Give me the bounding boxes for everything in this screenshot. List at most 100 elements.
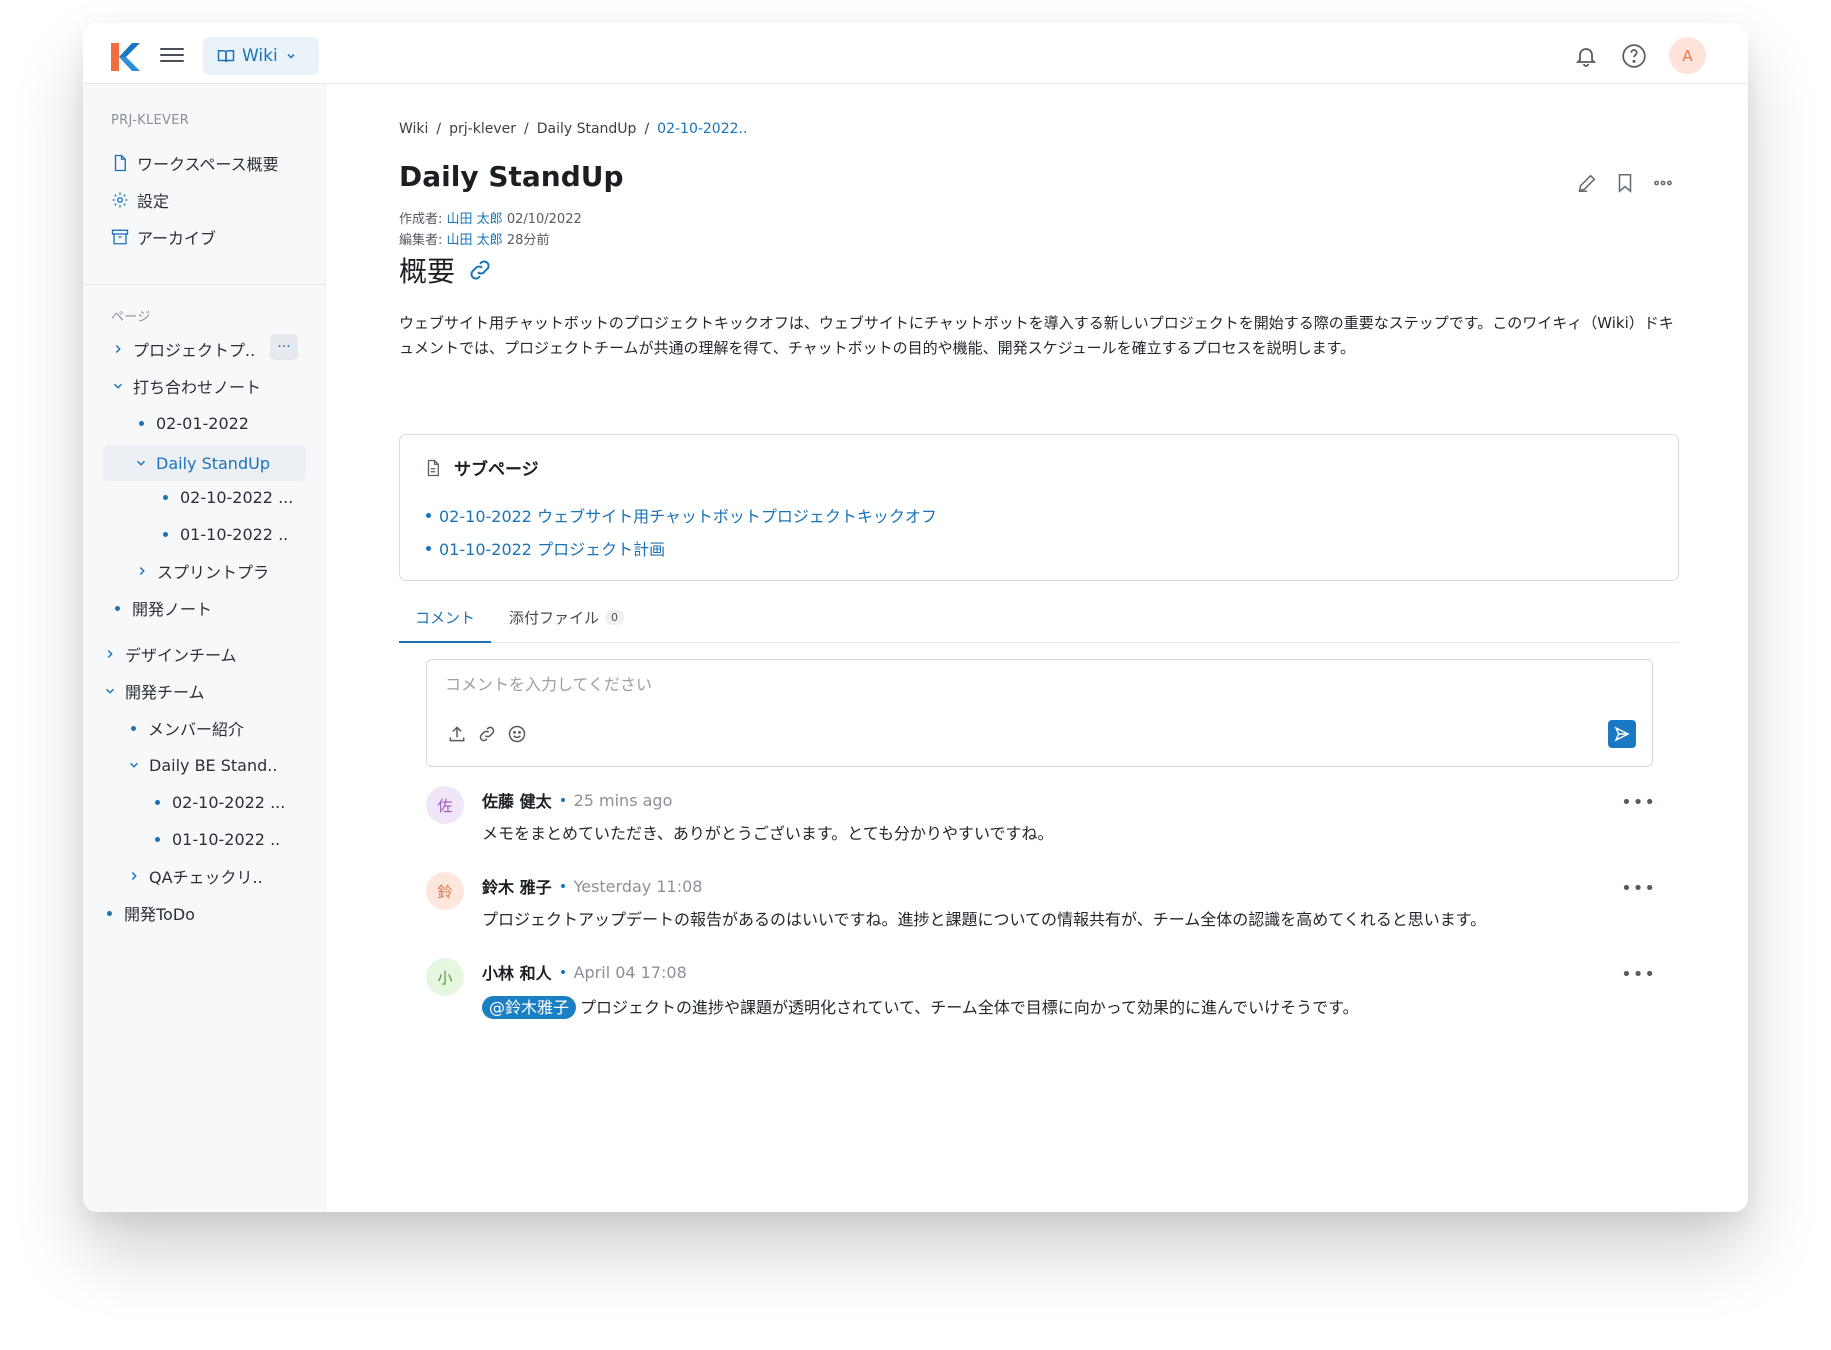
author-meta: 作成者: 山田 太郎 02/10/2022 xyxy=(399,212,582,227)
comment-author[interactable]: 佐藤 健太 xyxy=(482,788,552,812)
chevron-down-icon xyxy=(105,688,115,694)
subpage-link[interactable]: 02-10-2022 ウェブサイト用チャットボットプロジェクトキックオフ xyxy=(426,503,937,527)
user-avatar[interactable]: A xyxy=(1669,37,1706,74)
comment-avatar[interactable]: 佐 xyxy=(426,786,464,824)
breadcrumb-item[interactable]: Daily StandUp xyxy=(537,121,637,137)
sidebar-item-label: 設定 xyxy=(137,192,170,211)
sidebar-item-settings[interactable]: 設定 xyxy=(111,185,169,215)
composer-tools xyxy=(447,724,527,744)
help-icon[interactable] xyxy=(1621,43,1647,69)
editor-link[interactable]: 山田 太郎 xyxy=(447,233,503,248)
author-link[interactable]: 山田 太郎 xyxy=(447,212,503,227)
sidebar-item-label: 開発チーム xyxy=(125,683,205,702)
more-icon[interactable]: ••• xyxy=(1621,878,1656,899)
subpage-link[interactable]: 01-10-2022 プロジェクト計画 xyxy=(426,536,665,560)
pages-label: ページ xyxy=(111,310,151,325)
tab-bar: コメント 添付ファイル 0 xyxy=(399,594,1679,643)
bookmark-icon[interactable] xyxy=(1614,172,1636,194)
sidebar-tree-item[interactable]: 02-01-2022 xyxy=(135,408,249,438)
sidebar-tree-item[interactable]: QAチェックリ.. xyxy=(127,861,263,891)
app-window: Wiki A PRJ-KLEVER ワークスペース概要 設定 アーカイブ ページ… xyxy=(83,23,1748,1212)
bullet-icon xyxy=(107,910,112,916)
sidebar-tree-item[interactable]: 01-10-2022 .. xyxy=(151,824,280,854)
book-icon xyxy=(217,50,235,63)
link-icon[interactable] xyxy=(467,257,493,283)
send-icon xyxy=(1614,726,1630,742)
main-content: Wiki / prj-klever / Daily StandUp / 02-1… xyxy=(326,84,1748,1212)
bell-icon[interactable] xyxy=(1573,43,1599,69)
sidebar-tree-item[interactable]: プロジェクトプ.. xyxy=(111,334,255,364)
sidebar-tree-item[interactable]: 開発ToDo xyxy=(103,898,195,928)
comment-input[interactable] xyxy=(443,674,1547,695)
sidebar-item-label: 02-01-2022 xyxy=(156,413,249,433)
chevron-down-icon xyxy=(287,53,295,59)
sidebar-tree-item[interactable]: メンバー紹介 xyxy=(127,713,244,743)
sidebar-item-label: アーカイブ xyxy=(137,229,217,248)
sidebar: PRJ-KLEVER ワークスペース概要 設定 アーカイブ ページ プロジェクト… xyxy=(83,84,326,1212)
comment-author[interactable]: 鈴木 雅子 xyxy=(482,874,552,898)
tab-comments[interactable]: コメント xyxy=(399,594,491,643)
sidebar-tree-item[interactable]: デザインチーム xyxy=(103,639,237,669)
comment-avatar[interactable]: 小 xyxy=(426,958,464,996)
document-icon xyxy=(114,154,126,172)
comment-item: 佐 佐藤 健太 25 mins ago メモをまとめていただき、ありがとうござい… xyxy=(426,786,1656,848)
bullet-icon xyxy=(155,836,160,842)
more-icon[interactable]: ··· xyxy=(270,334,298,360)
link-icon[interactable] xyxy=(477,724,497,744)
sidebar-item-label: 02-10-2022 ... xyxy=(172,792,286,812)
comment-author[interactable]: 小林 和人 xyxy=(482,960,552,984)
menu-icon[interactable] xyxy=(160,44,184,68)
bullet-icon xyxy=(115,605,120,611)
sidebar-tree-item[interactable]: 開発チーム xyxy=(103,676,205,706)
sidebar-item-label: プロジェクトプ.. xyxy=(133,341,256,360)
sidebar-item-label: ワークスペース概要 xyxy=(137,155,279,174)
sidebar-item-archive[interactable]: アーカイブ xyxy=(111,222,216,252)
bullet-icon xyxy=(131,725,136,731)
sidebar-item-label: 01-10-2022 .. xyxy=(180,524,289,544)
chevron-right-icon xyxy=(115,344,121,354)
breadcrumb: Wiki / prj-klever / Daily StandUp / 02-1… xyxy=(399,121,748,137)
sidebar-tree-item[interactable]: 打ち合わせノート xyxy=(111,371,261,401)
send-button[interactable] xyxy=(1608,720,1636,748)
comment-avatar[interactable]: 鈴 xyxy=(426,872,464,910)
breadcrumb-item[interactable]: prj-klever xyxy=(449,121,516,137)
sidebar-tree-item[interactable]: 02-10-2022 ... xyxy=(151,787,285,817)
comment-time: Yesterday 11:08 xyxy=(573,876,703,896)
more-icon[interactable]: ••• xyxy=(1621,792,1656,813)
breadcrumb-item[interactable]: Wiki xyxy=(399,121,428,137)
upload-icon[interactable] xyxy=(447,724,467,744)
chevron-right-icon xyxy=(139,566,145,576)
more-icon[interactable]: ••• xyxy=(1621,964,1656,985)
app-logo[interactable] xyxy=(110,42,140,72)
sidebar-tree-item[interactable]: 開発ノート xyxy=(111,593,212,623)
comment-time: April 04 17:08 xyxy=(573,962,687,982)
top-bar: Wiki A xyxy=(83,23,1748,84)
sidebar-tree-item[interactable]: 01-10-2022 .. xyxy=(159,519,288,549)
edit-icon[interactable] xyxy=(1576,172,1598,194)
sidebar-item-overview[interactable]: ワークスペース概要 xyxy=(111,148,279,178)
comment-text: メモをまとめていただき、ありがとうございます。とても分かりやすいですね。 xyxy=(482,824,1054,843)
page-title: Daily StandUp xyxy=(399,160,624,193)
bullet-icon xyxy=(426,512,431,518)
app-switcher-button[interactable]: Wiki xyxy=(203,37,319,75)
subpages-panel: サブページ 02-10-2022 ウェブサイト用チャットボットプロジェクトキック… xyxy=(399,434,1679,581)
gear-icon xyxy=(112,192,128,208)
sidebar-tree-item[interactable]: Daily BE Stand.. xyxy=(127,750,277,780)
document-icon xyxy=(427,459,439,476)
emoji-icon[interactable] xyxy=(507,724,527,744)
sidebar-tree-item[interactable]: スプリントプラ xyxy=(135,556,269,586)
bullet-icon xyxy=(163,494,168,500)
sidebar-tree-item[interactable]: 02-10-2022 ... xyxy=(159,482,293,512)
attachments-count-badge: 0 xyxy=(605,610,625,625)
sidebar-tree-item-active[interactable]: Daily StandUp xyxy=(103,445,306,481)
comment-text: プロジェクトアップデートの報告があるのはいいですね。進捗と課題についての情報共有… xyxy=(482,910,1487,929)
mention-tag[interactable]: @鈴木雅子 xyxy=(482,996,577,1019)
sidebar-item-label: Daily BE Stand.. xyxy=(149,755,278,775)
more-icon[interactable] xyxy=(1652,172,1674,194)
tab-attachments[interactable]: 添付ファイル 0 xyxy=(509,594,625,641)
comment-item: 鈴 鈴木 雅子 Yesterday 11:08 プロジェクトアップデートの報告が… xyxy=(426,872,1656,934)
bullet-icon xyxy=(139,420,144,426)
comment-item: 小 小林 和人 April 04 17:08 @鈴木雅子 プロジェクトの進捗や課題… xyxy=(426,958,1656,1024)
breadcrumb-current: 02-10-2022.. xyxy=(657,121,748,137)
workspace-label: PRJ-KLEVER xyxy=(111,113,190,128)
